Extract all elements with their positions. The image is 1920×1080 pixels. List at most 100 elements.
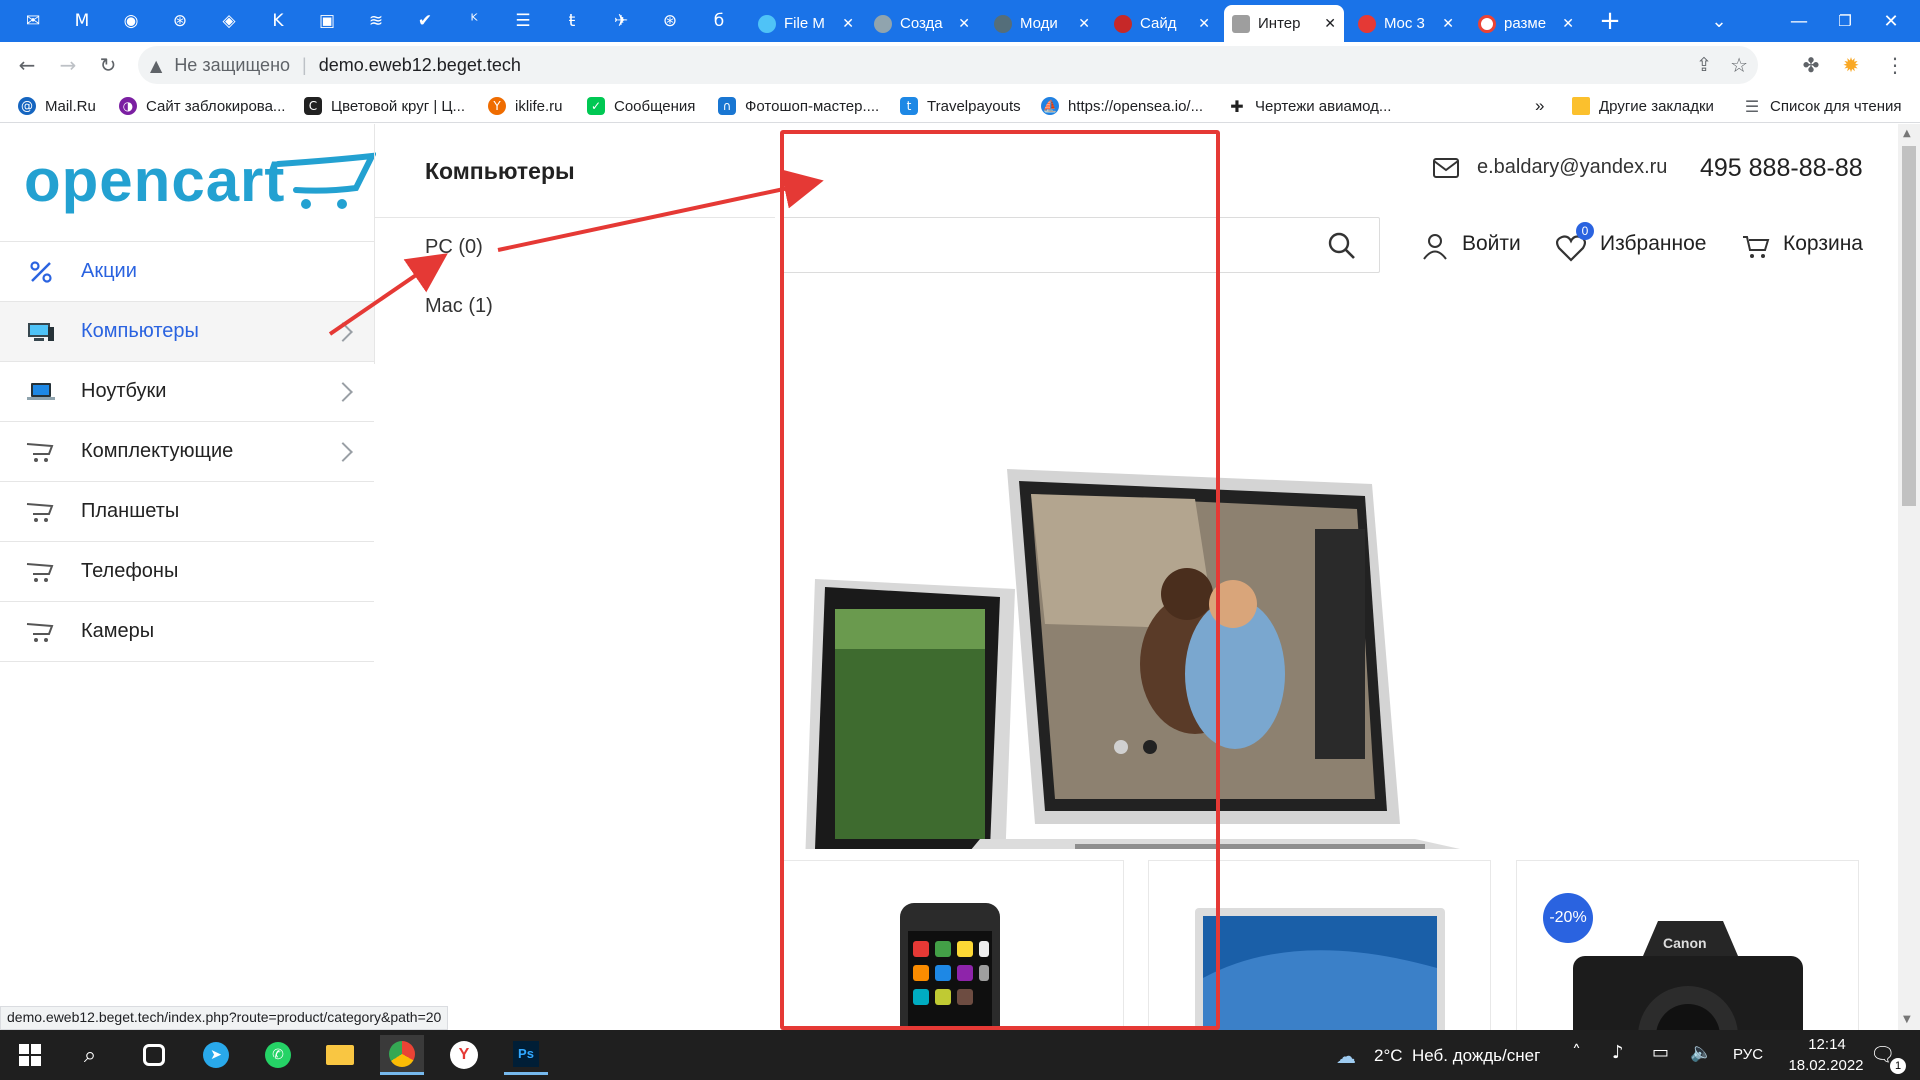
folder-icon	[1572, 97, 1590, 115]
login-link[interactable]: Войти	[1462, 232, 1521, 256]
bookmark-item[interactable]: ✚ Чертежи авиамод...	[1228, 94, 1391, 118]
instagram-icon[interactable]	[132, 1035, 176, 1075]
tab-search-chevron-icon[interactable]: ⌄	[1696, 0, 1742, 42]
tab-close-icon[interactable]: ✕	[1198, 15, 1210, 32]
battery-icon[interactable]: ▭	[1652, 1042, 1669, 1063]
tab-close-icon[interactable]: ✕	[1078, 15, 1090, 32]
sidebar-item-cameras[interactable]: Камеры	[0, 602, 374, 662]
cart-link[interactable]: Корзина	[1783, 232, 1863, 256]
close-window-icon[interactable]: ✕	[1868, 0, 1914, 42]
sidebar-item-phones[interactable]: Телефоны	[0, 542, 374, 602]
photoshop-icon[interactable]: Ps	[504, 1035, 548, 1075]
scrollbar-thumb[interactable]	[1902, 146, 1916, 506]
favorites-link[interactable]: Избранное	[1600, 232, 1706, 256]
product-card-canon[interactable]: Canon -20%	[1516, 860, 1859, 1030]
reading-list[interactable]: ☰ Список для чтения	[1743, 94, 1902, 118]
weather-cloud-icon[interactable]: ☁	[1336, 1044, 1356, 1068]
cart-icon[interactable]	[1742, 234, 1770, 260]
pinned-tab-layers-icon[interactable]: ≋	[361, 6, 391, 36]
pinned-tab-wordpress-icon[interactable]: ⊛	[165, 6, 195, 36]
new-tab-plus-icon[interactable]: +	[1590, 0, 1630, 42]
pinned-tab-mail-icon[interactable]: ✉	[18, 6, 48, 36]
microphone-icon[interactable]: ♪	[1612, 1042, 1624, 1063]
bookmark-item[interactable]: ⛵ https://opensea.io/...	[1041, 94, 1203, 118]
user-icon[interactable]	[1421, 232, 1449, 260]
yandex-browser-icon[interactable]: Y	[442, 1035, 486, 1075]
sidebar-item-tablets[interactable]: Планшеты	[0, 482, 374, 542]
pinned-tab-check-icon[interactable]: ✔	[410, 6, 440, 36]
tab-modify[interactable]: Моди ✕	[986, 5, 1098, 42]
pinned-tab-plane-icon[interactable]: ✈	[606, 6, 636, 36]
language-indicator[interactable]: РУС	[1733, 1046, 1763, 1063]
scroll-up-arrow-icon[interactable]: ▲	[1903, 128, 1911, 139]
other-bookmarks[interactable]: Другие закладки	[1572, 94, 1714, 118]
reload-icon[interactable]: ↻	[93, 50, 123, 80]
header-email[interactable]: e.baldary@yandex.ru	[1477, 156, 1667, 179]
page-scrollbar[interactable]: ▲ ▼	[1898, 124, 1920, 1030]
minimize-icon[interactable]: —	[1776, 0, 1822, 42]
bookmark-item[interactable]: ✓ Сообщения	[587, 94, 695, 118]
weather-text[interactable]: 2°C Неб. дождь/снег	[1374, 1046, 1540, 1066]
cart-icon	[26, 500, 56, 524]
pinned-tab-camera-icon[interactable]: ▣	[312, 6, 342, 36]
extension-lightbulb-icon[interactable]: ✹	[1836, 50, 1866, 80]
bookmark-item[interactable]: C Цветовой круг | Ц...	[304, 94, 465, 118]
url-text[interactable]: demo.eweb12.beget.tech	[319, 55, 521, 76]
clock-time[interactable]: 12:14	[1790, 1036, 1864, 1053]
tab-internet-shop-active[interactable]: Интер ✕	[1224, 5, 1344, 42]
search-magnifier-icon[interactable]: ⌕	[68, 1035, 112, 1075]
tab-create[interactable]: Созда ✕	[866, 5, 978, 42]
web-page: opencart Акции Компьютеры Ноутбуки Компл…	[0, 124, 1898, 1030]
pinned-tab-f-icon[interactable]: ᴷ	[459, 6, 489, 36]
security-label[interactable]: Не защищено	[174, 55, 290, 76]
pinned-tab-wp2-icon[interactable]: ⊛	[655, 6, 685, 36]
menu-kebab-icon[interactable]: ⋮	[1880, 50, 1910, 80]
tray-chevron-up-icon[interactable]: ˄	[1572, 1042, 1581, 1063]
pinned-tab-globe-icon[interactable]: ◉	[116, 6, 146, 36]
pinned-tab-app-icon[interactable]: ◈	[214, 6, 244, 36]
bookmark-item[interactable]: @ Mail.Ru	[18, 94, 96, 118]
pinned-tab-bars-icon[interactable]: ☰	[508, 6, 538, 36]
bookmark-item[interactable]: t Travelpayouts	[900, 94, 1021, 118]
volume-icon[interactable]: 🔈	[1690, 1042, 1712, 1063]
pinned-tab-t-icon[interactable]: ŧ	[557, 6, 587, 36]
windows-start-icon[interactable]	[8, 1035, 52, 1075]
pinned-tab-gmail-icon[interactable]: M	[67, 6, 97, 36]
bookmark-star-icon[interactable]: ☆	[1730, 53, 1748, 77]
chrome-taskbar-icon[interactable]	[380, 1035, 424, 1075]
tab-close-icon[interactable]: ✕	[958, 15, 970, 32]
back-arrow-icon[interactable]: ←	[12, 50, 42, 80]
tab-file-manager[interactable]: File M ✕	[750, 5, 862, 42]
warning-triangle-icon[interactable]: ▲	[150, 56, 162, 75]
tab-google-search[interactable]: разме ✕	[1470, 5, 1582, 42]
clock-date[interactable]: 18.02.2022	[1776, 1057, 1876, 1074]
status-bar-url: demo.eweb12.beget.tech/index.php?route=p…	[0, 1006, 449, 1030]
search-icon[interactable]	[1328, 232, 1356, 260]
tab-close-icon[interactable]: ✕	[842, 15, 854, 32]
pinned-tab-k-icon[interactable]: K	[263, 6, 293, 36]
tab-favicon-icon	[1114, 14, 1132, 33]
bookmark-item[interactable]: ∩ Фотошоп-мастер....	[718, 94, 879, 118]
bookmark-item[interactable]: ◑ Сайт заблокирова...	[119, 94, 285, 118]
tab-mos[interactable]: Moc 3 ✕	[1350, 5, 1462, 42]
opensea-icon: ⛵	[1041, 97, 1059, 115]
scroll-down-arrow-icon[interactable]: ▼	[1903, 1014, 1911, 1025]
extensions-puzzle-icon[interactable]: ✤	[1796, 50, 1826, 80]
header-phone[interactable]: 495 888-88-88	[1700, 154, 1863, 183]
file-explorer-folder-icon[interactable]	[318, 1035, 362, 1075]
maximize-icon[interactable]: ❐	[1822, 0, 1868, 42]
pinned-tab-b-icon[interactable]: б	[704, 6, 734, 36]
telegram-icon[interactable]: ➤	[194, 1035, 238, 1075]
tab-sidebar[interactable]: Сайд ✕	[1106, 5, 1218, 42]
tab-close-icon[interactable]: ✕	[1442, 15, 1454, 32]
bookmarks-overflow-chevron-icon[interactable]: »	[1535, 94, 1544, 118]
whatsapp-icon[interactable]: ✆	[256, 1035, 300, 1075]
bookmark-item[interactable]: Yiklife.ru	[488, 94, 563, 118]
tab-close-icon[interactable]: ✕	[1562, 15, 1574, 32]
tab-close-icon[interactable]: ✕	[1324, 15, 1336, 32]
tab-favicon-icon	[874, 14, 892, 33]
plane-blueprint-icon: ✚	[1230, 96, 1244, 116]
address-bar[interactable]: ▲ Не защищено | demo.eweb12.beget.tech ⇪…	[138, 46, 1758, 84]
share-icon[interactable]: ⇪	[1696, 54, 1712, 76]
forward-arrow-icon[interactable]: →	[53, 50, 83, 80]
